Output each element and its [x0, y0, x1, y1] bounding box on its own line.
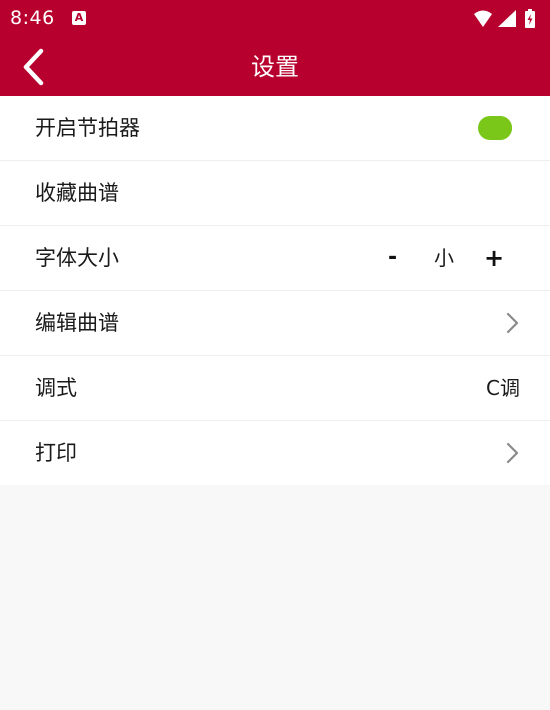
font-size-label: 字体大小	[35, 246, 119, 270]
status-icons	[474, 9, 535, 28]
metronome-label: 开启节拍器	[35, 116, 140, 140]
status-bar: 8:46 A	[0, 0, 550, 38]
font-size-increase-button[interactable]: +	[484, 226, 504, 290]
battery-charging-icon	[525, 9, 535, 28]
favorite-label: 收藏曲谱	[35, 181, 119, 205]
font-size-value: 小	[434, 246, 454, 270]
setting-row-print[interactable]: 打印	[0, 421, 550, 485]
signal-icon	[498, 10, 516, 27]
setting-row-edit-score[interactable]: 编辑曲谱	[0, 291, 550, 356]
font-size-stepper: - 小 +	[380, 226, 510, 290]
setting-row-favorite[interactable]: 收藏曲谱	[0, 161, 550, 226]
font-size-decrease-button[interactable]: -	[388, 226, 397, 290]
app-notification-icon: A	[72, 11, 86, 25]
setting-row-font-size: 字体大小 - 小 +	[0, 226, 550, 291]
page-title: 设置	[251, 53, 299, 81]
app-bar: 设置	[0, 38, 550, 96]
settings-screen: 8:46 A 设置 开启节拍器 收藏曲谱 字体大小 - 小 + 编辑曲谱 调式 …	[0, 0, 550, 710]
key-label: 调式	[35, 376, 77, 400]
toggle-knob	[488, 116, 512, 140]
chevron-right-icon	[506, 442, 519, 464]
key-value: C调	[486, 376, 520, 400]
chevron-right-icon	[506, 312, 519, 334]
print-label: 打印	[35, 441, 77, 465]
wifi-icon	[474, 10, 492, 27]
edit-score-label: 编辑曲谱	[35, 311, 119, 335]
setting-row-metronome: 开启节拍器	[0, 96, 550, 161]
metronome-toggle[interactable]	[478, 116, 512, 140]
back-button[interactable]	[14, 47, 54, 87]
setting-row-key[interactable]: 调式 C调	[0, 356, 550, 421]
chevron-left-icon	[23, 48, 44, 86]
settings-list: 开启节拍器 收藏曲谱 字体大小 - 小 + 编辑曲谱 调式 C调 打印	[0, 96, 550, 485]
status-time: 8:46	[10, 7, 55, 29]
